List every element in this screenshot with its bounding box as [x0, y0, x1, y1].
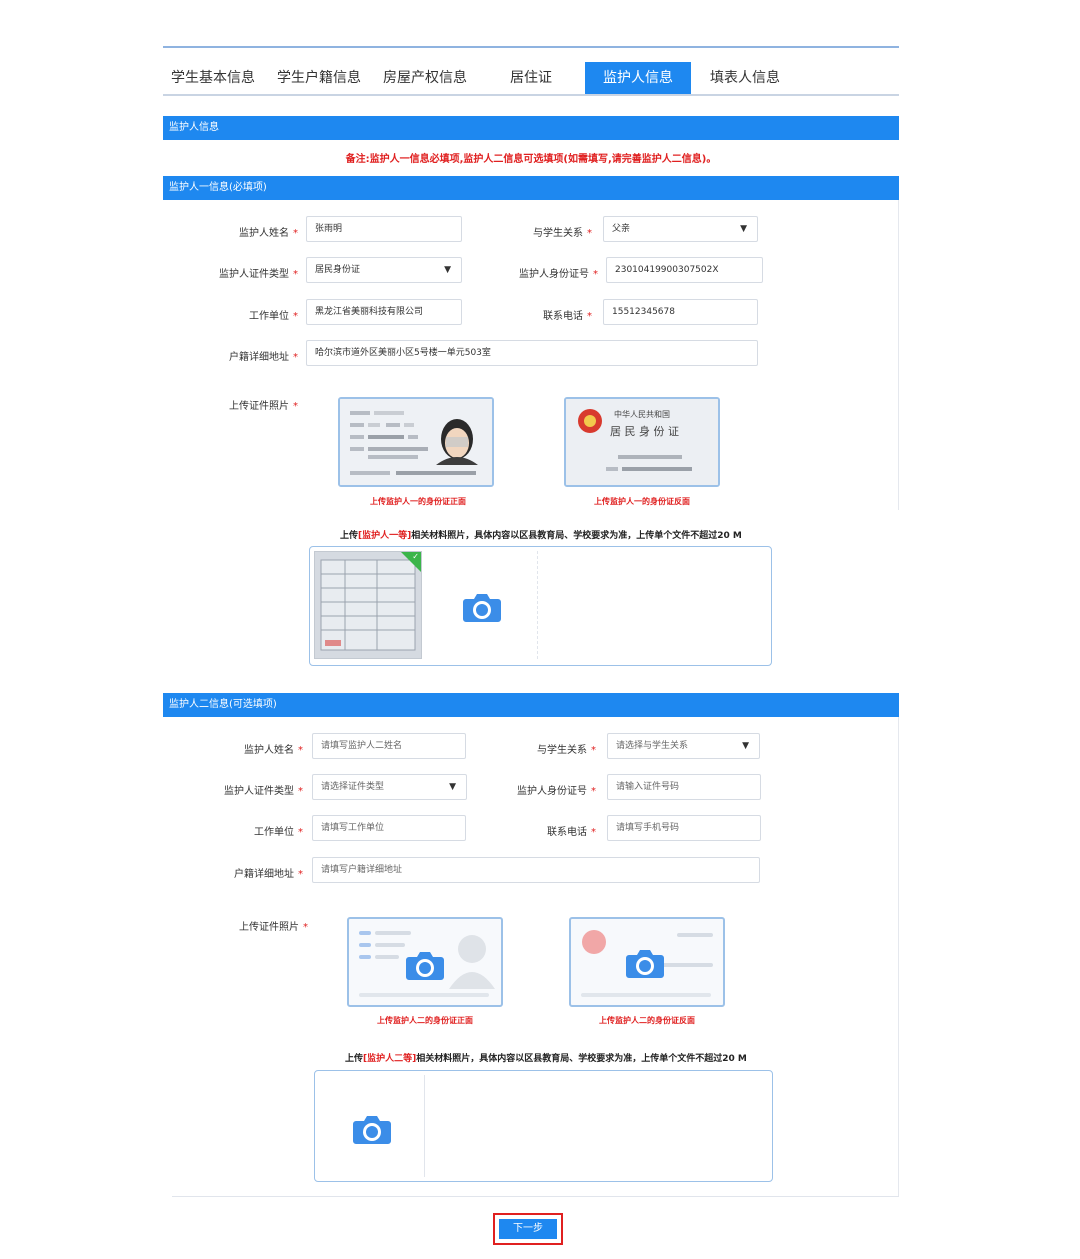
guardian1-addr-label: 户籍详细地址 * [229, 352, 298, 363]
guardian1-material-upload-box[interactable]: ✓ [309, 546, 772, 666]
guardian1-idno-input[interactable]: 23010419900307502X [606, 257, 763, 283]
guardian1-phone-input[interactable]: 15512345678 [603, 299, 758, 325]
tab-student-basic[interactable]: 学生基本信息 [163, 62, 263, 94]
id-front-image [340, 399, 492, 485]
tab-property[interactable]: 房屋产权信息 [375, 62, 475, 94]
guardian1-relation-label: 与学生关系 * [533, 228, 592, 239]
guardian1-front-caption: 上传监护人一的身份证正面 [370, 497, 466, 506]
guardian1-idno-label: 监护人身份证号 * [519, 269, 598, 280]
bottom-divider [172, 1196, 899, 1197]
dropdown-caret-icon: ▼ [444, 265, 451, 275]
guardian1-photo-label: 上传证件照片 * [229, 401, 298, 412]
guardian2-idtype-placeholder: 请选择证件类型 [321, 782, 385, 792]
uploaded-thumbnail[interactable]: ✓ [314, 551, 422, 659]
guardian1-idtype-value: 居民身份证 [315, 265, 361, 275]
guardian2-phone-input[interactable]: 请填写手机号码 [607, 815, 761, 841]
avatar-placeholder-icon [449, 935, 495, 989]
document-thumbnail-image [315, 552, 421, 658]
check-icon: ✓ [412, 552, 419, 561]
guardian2-phone-label: 联系电话 * [547, 827, 596, 838]
guardian2-idtype-select[interactable]: 请选择证件类型 ▼ [312, 774, 467, 800]
tab-guardian[interactable]: 监护人信息 [585, 62, 691, 94]
dropdown-caret-icon: ▼ [742, 741, 749, 751]
dropdown-caret-icon: ▼ [740, 224, 747, 234]
guardian1-title: 监护人一信息(必填项) [169, 182, 267, 193]
guardian2-addr-input[interactable]: 请填写户籍详细地址 [312, 857, 760, 883]
camera-icon [626, 950, 664, 978]
guardian1-header: 监护人一信息(必填项) [163, 176, 899, 200]
id-back-line2: 居 民 身 份 证 [610, 425, 679, 438]
tab-filler[interactable]: 填表人信息 [695, 62, 795, 94]
section-title: 监护人信息 [169, 122, 219, 133]
guardian1-add-photo-slot[interactable] [426, 551, 538, 659]
tab-student-household[interactable]: 学生户籍信息 [269, 62, 369, 94]
guardian2-name-label: 监护人姓名 * [244, 745, 303, 756]
guardian2-addr-label: 户籍详细地址 * [234, 869, 303, 880]
camera-icon [353, 1116, 391, 1144]
tab-bar: 学生基本信息 学生户籍信息 房屋产权信息 居住证 监护人信息 填表人信息 [163, 62, 899, 96]
id-back-line1: 中华人民共和国 [614, 410, 670, 419]
section-title-bar: 监护人信息 [163, 116, 899, 140]
guardian2-front-caption: 上传监护人二的身份证正面 [377, 1016, 473, 1025]
guardian1-addr-input[interactable]: 哈尔滨市道外区美丽小区5号楼一单元503室 [306, 340, 758, 366]
guardian1-back-caption: 上传监护人一的身份证反面 [594, 497, 690, 506]
guardian1-id-back-card[interactable]: 中华人民共和国 居 民 身 份 证 [564, 397, 720, 487]
required-note: 备注:监护人一信息必填项,监护人二信息可选填项(如需填写,请完善监护人二信息)。 [345, 154, 717, 165]
dropdown-caret-icon: ▼ [449, 782, 456, 792]
guardian1-relation-select[interactable]: 父亲 ▼ [603, 216, 758, 242]
guardian2-id-back-upload[interactable] [569, 917, 725, 1007]
guardian1-idtype-label: 监护人证件类型 * [219, 269, 298, 280]
guardian2-header: 监护人二信息(可选填项) [163, 693, 899, 717]
tab-residence-permit[interactable]: 居住证 [481, 62, 581, 94]
camera-icon [406, 952, 444, 980]
guardian2-title: 监护人二信息(可选填项) [169, 699, 277, 710]
guardian1-upload-note: 上传[监护人一等]相关材料照片，具体内容以区县教育局、学校要求为准，上传单个文件… [340, 531, 742, 541]
guardian2-id-front-upload[interactable] [347, 917, 503, 1007]
guardian2-work-label: 工作单位 * [254, 827, 303, 838]
guardian2-relation-placeholder: 请选择与学生关系 [616, 741, 689, 751]
guardian1-id-front-card[interactable] [338, 397, 494, 487]
guardian2-idtype-label: 监护人证件类型 * [224, 786, 303, 797]
next-button-highlight: 下一步 [493, 1213, 563, 1245]
guardian2-idno-input[interactable]: 请输入证件号码 [607, 774, 761, 800]
camera-icon [463, 594, 501, 622]
guardian2-work-input[interactable]: 请填写工作单位 [312, 815, 466, 841]
guardian2-add-photo-slot[interactable] [319, 1075, 425, 1177]
guardian2-idno-label: 监护人身份证号 * [517, 786, 596, 797]
national-emblem-icon [582, 930, 606, 954]
guardian2-photo-label: 上传证件照片 * [239, 922, 308, 933]
guardian2-upload-note: 上传[监护人二等]相关材料照片，具体内容以区县教育局、学校要求为准，上传单个文件… [345, 1054, 747, 1064]
guardian1-work-label: 工作单位 * [249, 311, 298, 322]
guardian1-name-label: 监护人姓名 * [239, 228, 298, 239]
guardian1-name-input[interactable]: 张雨明 [306, 216, 462, 242]
guardian1-relation-value: 父亲 [612, 224, 631, 234]
top-divider [163, 46, 899, 48]
guardian2-name-input[interactable]: 请填写监护人二姓名 [312, 733, 466, 759]
guardian1-phone-label: 联系电话 * [543, 311, 592, 322]
guardian2-back-caption: 上传监护人二的身份证反面 [599, 1016, 695, 1025]
guardian2-material-upload-box[interactable] [314, 1070, 773, 1182]
next-button[interactable]: 下一步 [499, 1219, 557, 1239]
guardian1-idtype-select[interactable]: 居民身份证 ▼ [306, 257, 462, 283]
guardian2-relation-label: 与学生关系 * [537, 745, 596, 756]
guardian2-relation-select[interactable]: 请选择与学生关系 ▼ [607, 733, 760, 759]
guardian1-work-input[interactable]: 黑龙江省美丽科技有限公司 [306, 299, 462, 325]
